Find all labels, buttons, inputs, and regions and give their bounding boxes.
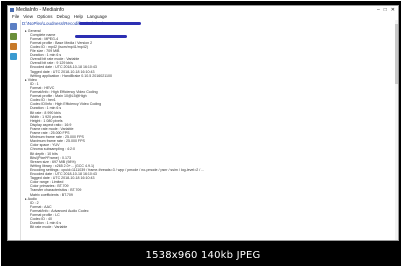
window-controls: – □ ✕ [377,7,398,13]
sidebar [8,20,21,240]
close-icon[interactable]: ✕ [391,7,395,13]
redaction-mark [79,22,141,25]
image-frame: MediaInfo - Mediainfo – □ ✕ File View Op… [1,1,401,266]
info-field: Writing application : HandBrake 0.10.5 2… [30,73,112,78]
menu-file[interactable]: File [12,14,19,19]
title-bar: MediaInfo - Mediainfo – □ ✕ [8,6,398,13]
maximize-icon[interactable]: □ [384,7,387,13]
minimize-icon[interactable]: – [377,7,380,13]
info-field: Bit rate mode : Variable [30,225,68,230]
info-icon[interactable] [10,53,17,60]
app-icon [10,7,14,12]
open-folder-icon[interactable] [10,33,17,40]
export-icon[interactable] [10,43,17,50]
menu-debug[interactable]: Debug [56,14,69,19]
info-tree-view[interactable]: D:\NoPlex\Loudness\Recodification\Live\.… [21,20,398,240]
menu-language[interactable]: Language [87,14,107,19]
open-file-icon[interactable] [10,23,17,30]
menu-options[interactable]: Options [37,14,53,19]
scrollbar[interactable] [395,20,398,240]
redaction-mark [75,35,127,38]
image-caption: 1538x960 140kb JPEG [145,249,261,261]
menu-bar: File View Options Debug Help Language [8,13,398,20]
mediainfo-window: MediaInfo - Mediainfo – □ ✕ File View Op… [7,5,399,241]
menu-view[interactable]: View [23,14,33,19]
menu-help[interactable]: Help [74,14,83,19]
window-title: MediaInfo - Mediainfo [16,6,65,13]
